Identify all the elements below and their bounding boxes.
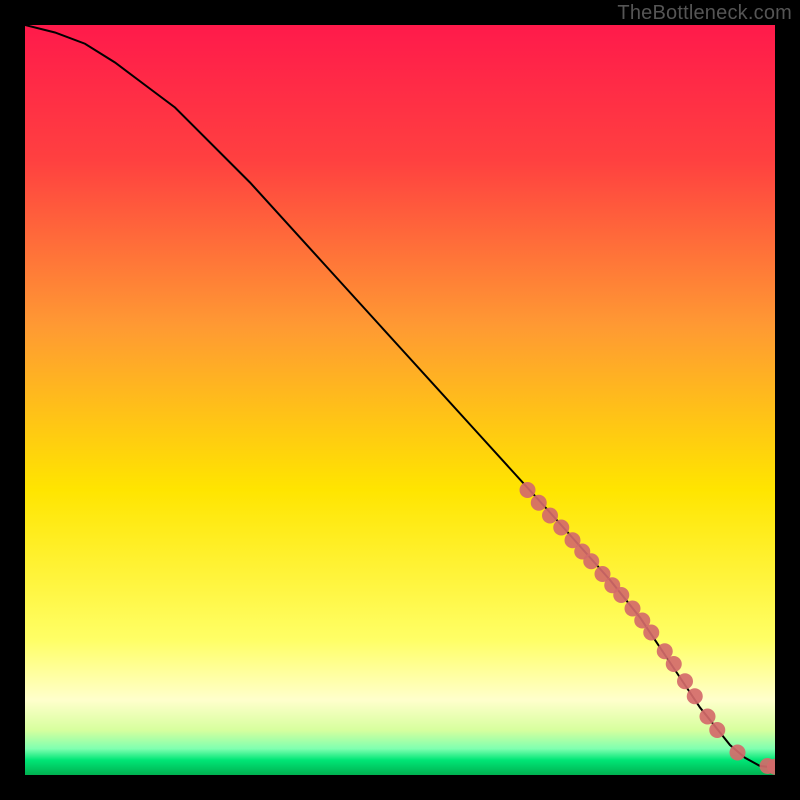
data-marker <box>709 722 725 738</box>
data-marker <box>687 688 703 704</box>
data-marker <box>666 656 682 672</box>
gradient-background <box>25 25 775 775</box>
data-marker <box>542 508 558 524</box>
data-marker <box>730 745 746 761</box>
data-marker <box>520 482 536 498</box>
chart-svg <box>25 25 775 775</box>
data-marker <box>700 709 716 725</box>
data-marker <box>643 625 659 641</box>
plot-area <box>25 25 775 775</box>
watermark-label: TheBottleneck.com <box>617 2 792 25</box>
data-marker <box>677 673 693 689</box>
data-marker <box>553 520 569 536</box>
chart-frame: TheBottleneck.com <box>0 0 800 800</box>
data-marker <box>531 495 547 511</box>
data-marker <box>613 587 629 603</box>
data-marker <box>583 553 599 569</box>
